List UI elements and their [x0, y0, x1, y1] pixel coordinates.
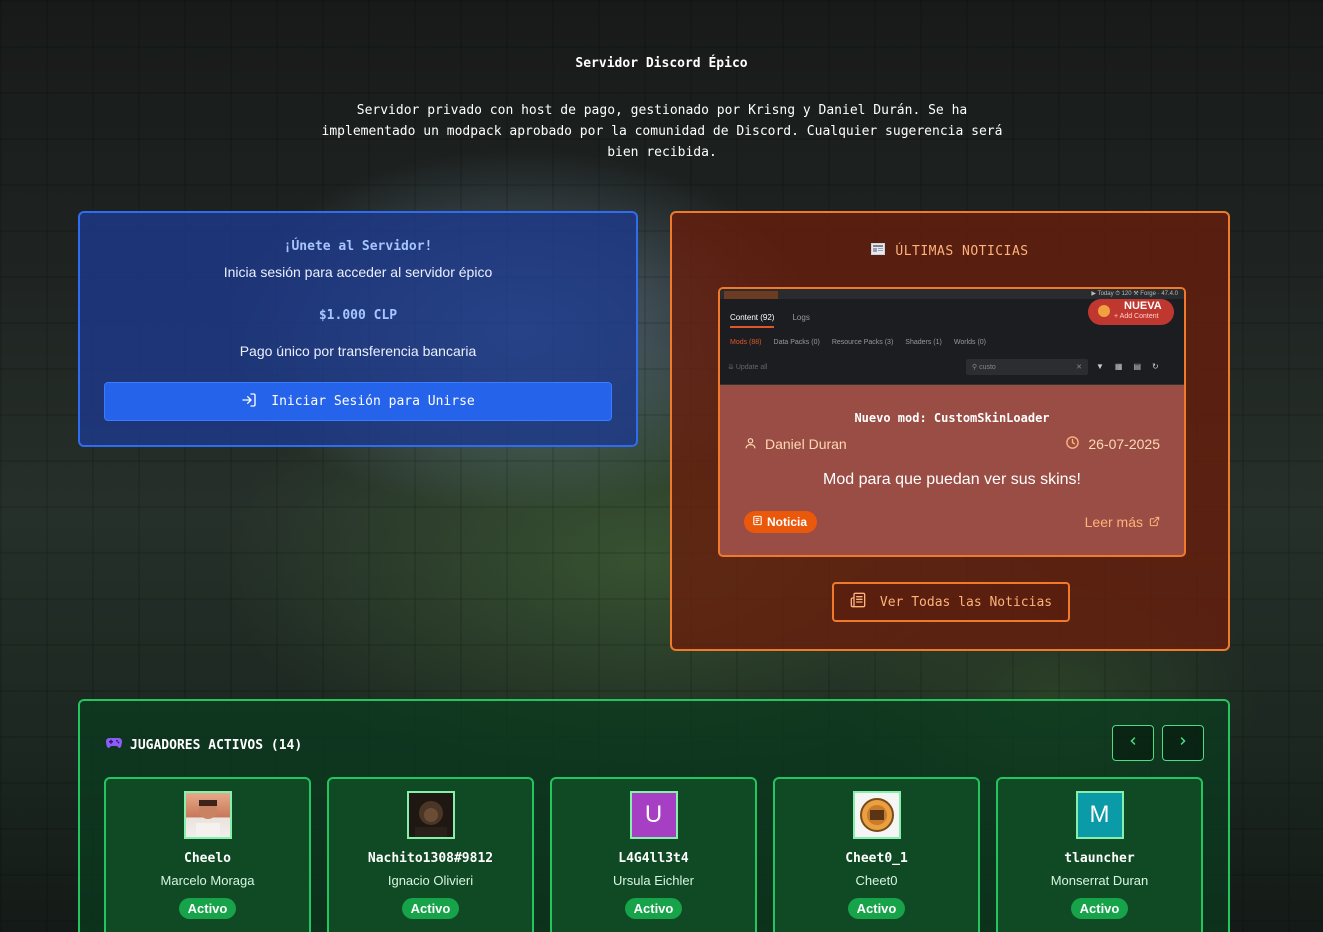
player-card[interactable]: Nachito1308#9812 Ignacio Olivieri Activo [327, 777, 534, 932]
player-card[interactable]: M tlauncher Monserrat Duran Activo [996, 777, 1203, 932]
join-payment-info: Pago único por transferencia bancaria [239, 343, 477, 359]
player-username: tlauncher [1064, 851, 1135, 866]
launcher-tools: ▼ ▦ ▤ ↻ [1096, 362, 1159, 371]
news-header: ÚLTIMAS NOTICIAS [672, 243, 1228, 259]
player-status-badge: Activo [1070, 898, 1129, 919]
join-server-card: ¡Únete al Servidor! Inicia sesión para a… [78, 211, 638, 447]
player-name: Ursula Eichler [613, 873, 694, 888]
players-next-button[interactable] [1162, 725, 1204, 761]
player-avatar [852, 791, 901, 839]
player-status-badge: Activo [624, 898, 683, 919]
launcher-filter: Worlds (0) [953, 339, 987, 346]
news-image: ▶ Today ⏱ 120 ⚒ Forge · 47.4.0 Content (… [720, 289, 1184, 385]
player-avatar [183, 791, 232, 839]
news-card: ÚLTIMAS NOTICIAS ▶ Today ⏱ 120 ⚒ Forge ·… [670, 211, 1230, 651]
clock-icon [1065, 435, 1080, 453]
news-text: Mod para que puedan ver sus skins! [823, 471, 1081, 488]
player-card[interactable]: Cheelo Marcelo Moraga Activo [104, 777, 311, 932]
chevron-left-icon [1127, 734, 1139, 752]
hero-description: Servidor privado con host de pago, gesti… [321, 103, 1003, 160]
news-tag-badge: Noticia [744, 511, 818, 533]
login-to-join-label: Iniciar Sesión para Unirse [271, 394, 475, 409]
hero-title: Servidor Discord Épico [575, 56, 748, 71]
player-avatar: U [629, 791, 678, 839]
player-username: L4G4ll3t4 [618, 851, 689, 866]
newspaper-icon [850, 592, 866, 612]
news-author: Daniel Duran [744, 435, 847, 453]
newspaper-icon [752, 515, 763, 529]
player-username: Nachito1308#9812 [367, 851, 494, 866]
player-name: Monserrat Duran [1050, 873, 1149, 888]
launcher-filter: Shaders (1) [905, 339, 942, 346]
news-header-label: ÚLTIMAS NOTICIAS [895, 243, 1029, 259]
player-card[interactable]: U L4G4ll3t4 Ursula Eichler Activo [550, 777, 757, 932]
launcher-tab-logs: Logs [792, 313, 810, 322]
read-more-link[interactable]: Leer más [1085, 514, 1160, 530]
newspaper-icon [871, 243, 886, 259]
join-price: $1.000 CLP [318, 308, 398, 323]
news-title: Nuevo mod: CustomSkinLoader [854, 411, 1050, 425]
view-all-news-label: Ver Todas las Noticias [879, 594, 1053, 610]
join-subtitle: Inicia sesión para acceder al servidor é… [223, 264, 493, 280]
player-name: Cheet0 [855, 873, 898, 888]
player-avatar: M [1075, 791, 1124, 839]
players-title: JUGADORES ACTIVOS (14) [106, 737, 302, 753]
launcher-update-all: Update all [735, 364, 768, 371]
new-badge: NUEVA + Add Content [1088, 299, 1174, 325]
player-name: Marcelo Moraga [160, 873, 255, 888]
launcher-filter: Data Packs (0) [773, 339, 820, 346]
player-username: Cheet0_1 [845, 851, 908, 866]
player-username: Cheelo [184, 851, 231, 866]
player-status-badge: Activo [178, 898, 237, 919]
launcher-top-stats: ▶ Today ⏱ 120 ⚒ Forge · 47.4.0 [1091, 291, 1178, 297]
launcher-tab-content: Content (92) [730, 313, 775, 328]
players-prev-button[interactable] [1112, 725, 1154, 761]
external-link-icon [1149, 514, 1160, 530]
launcher-filter: Resource Packs (3) [831, 339, 894, 346]
news-date: 26-07-2025 [1065, 435, 1160, 453]
login-icon [241, 392, 257, 412]
join-title: ¡Únete al Servidor! [283, 239, 433, 254]
chevron-right-icon [1177, 734, 1189, 752]
active-players-section: JUGADORES ACTIVOS (14) Cheelo Marcelo Mo… [78, 699, 1230, 932]
news-item[interactable]: ▶ Today ⏱ 120 ⚒ Forge · 47.4.0 Content (… [718, 287, 1186, 557]
player-card[interactable]: Cheet0_1 Cheet0 Activo [773, 777, 980, 932]
player-name: Ignacio Olivieri [387, 873, 474, 888]
player-avatar [406, 791, 455, 839]
view-all-news-button[interactable]: Ver Todas las Noticias [832, 582, 1070, 622]
player-status-badge: Activo [401, 898, 460, 919]
launcher-search: ⚲ custo ✕ [966, 359, 1088, 375]
user-icon [744, 436, 757, 453]
gamepad-icon [106, 737, 122, 753]
player-status-badge: Activo [847, 898, 906, 919]
launcher-filter: Mods (88) [730, 339, 762, 346]
login-to-join-button[interactable]: Iniciar Sesión para Unirse [104, 382, 612, 421]
